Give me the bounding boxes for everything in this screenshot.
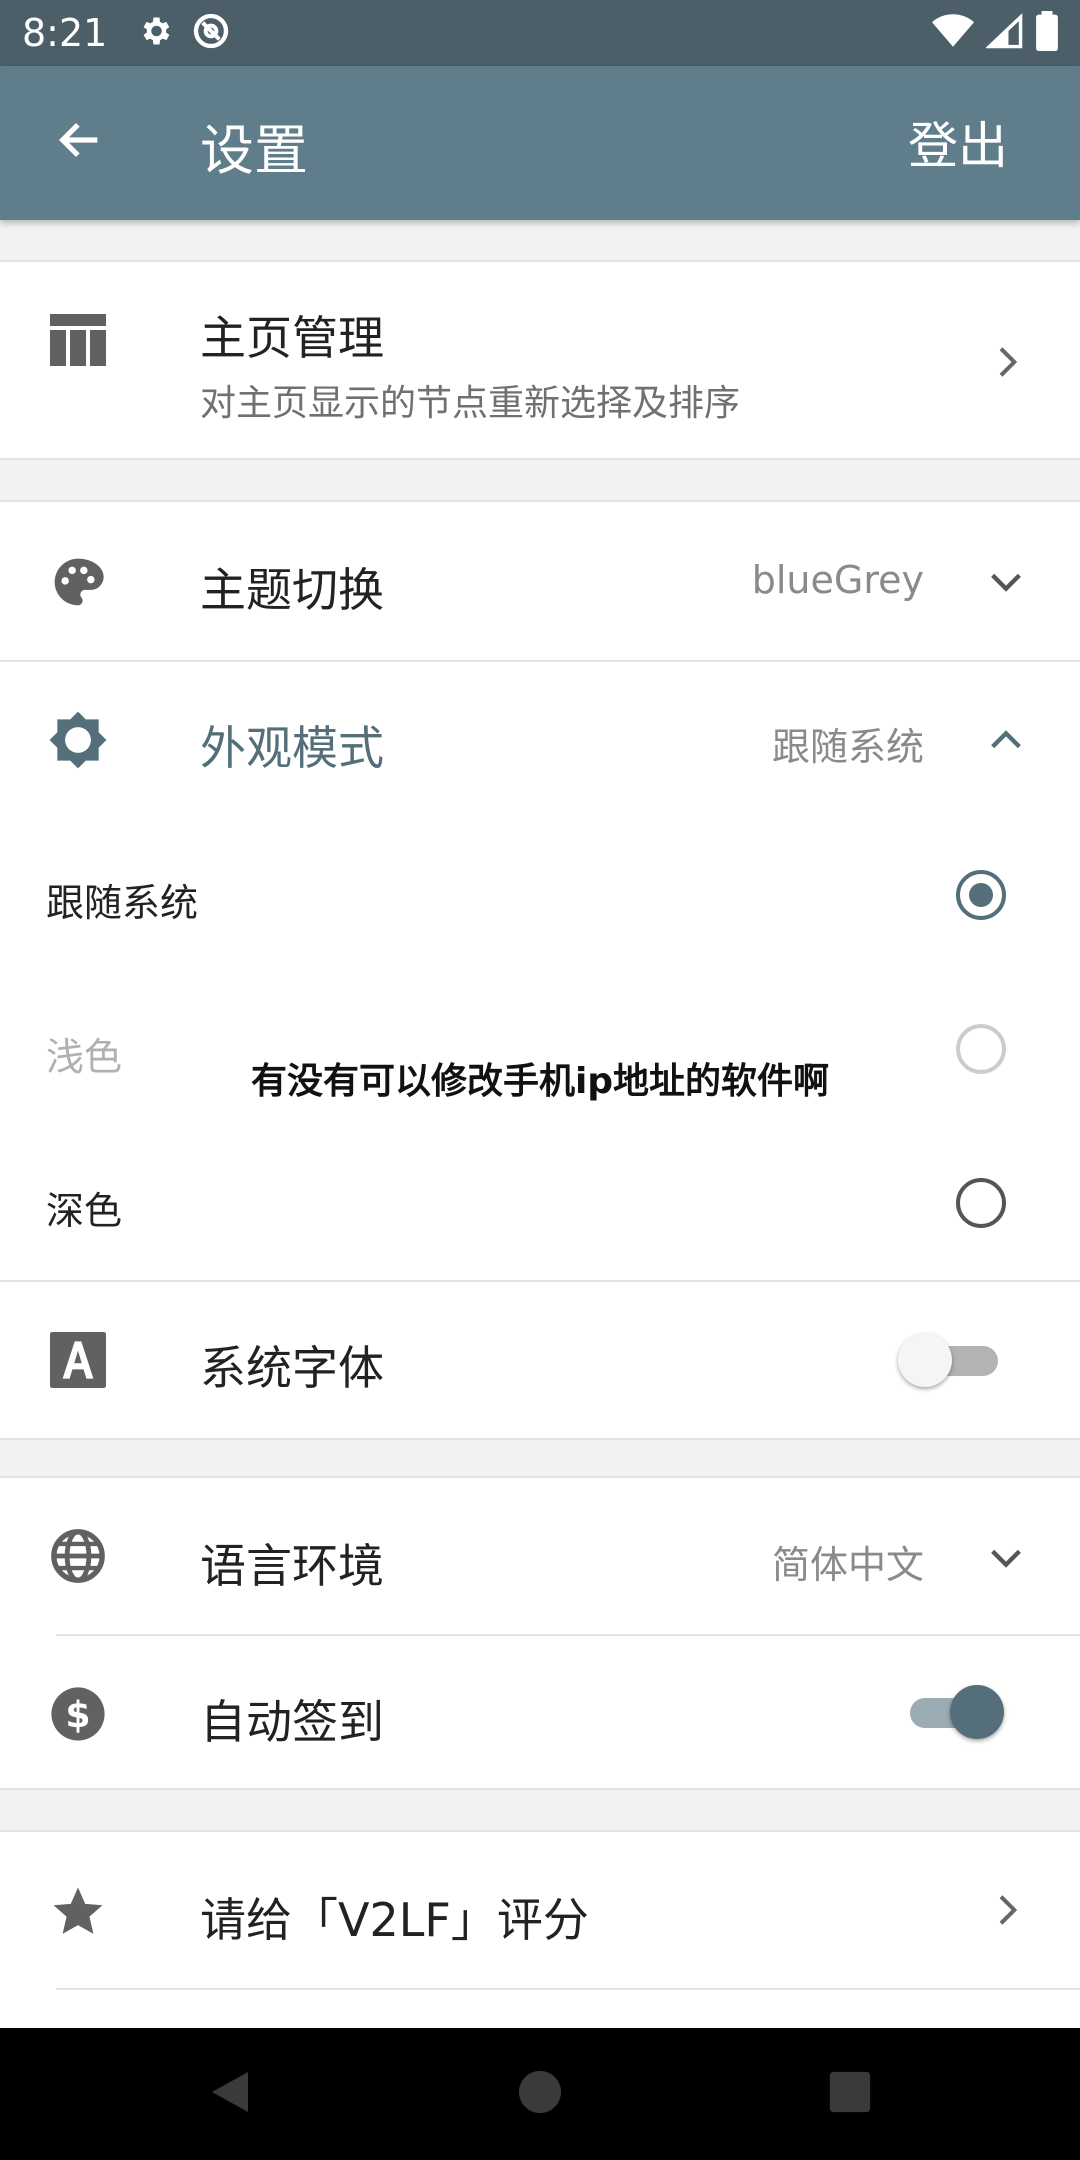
language-title: 语言环境 [200,1539,384,1593]
logout-button[interactable]: 登出 [908,106,1008,178]
radio-follow-system[interactable] [956,870,1006,920]
auto-checkin-title: 自动签到 [200,1695,384,1749]
status-bar: 8:21 [0,0,1080,66]
star-icon [46,1880,110,1944]
theme-row[interactable]: 主题切换 blueGrey [0,502,1080,660]
wifi-icon [932,13,974,53]
switch-thumb [950,1685,1004,1739]
appearance-title: 外观模式 [200,721,384,775]
chevron-down-icon [982,1534,1030,1582]
switch-thumb [898,1333,952,1387]
recents-square-icon [828,2070,872,2118]
auto-checkin-row[interactable]: $ 自动签到 [0,1636,1080,1792]
chevron-right-icon [982,338,1030,386]
table-icon [46,308,110,372]
appearance-option-follow-system[interactable]: 跟随系统 [0,818,1080,972]
language-card: 语言环境 简体中文 $ 自动签到 [0,1476,1080,1790]
theme-title: 主题切换 [200,563,384,617]
chevron-right-icon [982,1886,1030,1934]
chevron-down-icon [982,558,1030,606]
chevron-up-icon [982,716,1030,764]
system-font-title: 系统字体 [200,1341,384,1395]
at-sign-icon [191,11,231,55]
option-label: 跟随系统 [46,881,199,925]
back-button[interactable] [48,110,112,174]
font-icon [46,1328,110,1392]
home-manage-row[interactable]: 主页管理 对主页显示的节点重新选择及排序 [0,262,1080,458]
battery-icon [1036,11,1058,55]
home-manage-card: 主页管理 对主页显示的节点重新选择及排序 [0,260,1080,460]
brightness-icon [46,708,110,772]
settings-list: 主页管理 对主页显示的节点重新选择及排序 主题切换 blueGrey 外观模式 … [0,220,1080,2030]
option-label: 深色 [46,1189,123,1233]
signal-icon [985,13,1024,53]
app-bar: 设置 登出 [0,66,1080,220]
svg-text:$: $ [65,1693,90,1736]
appearance-option-dark[interactable]: 深色 [0,1126,1080,1280]
dollar-icon: $ [46,1682,110,1746]
home-manage-subtitle: 对主页显示的节点重新选择及排序 [200,383,741,424]
arrow-left-icon [54,114,106,170]
auto-checkin-switch[interactable] [898,1682,1008,1742]
language-value: 简体中文 [771,1543,924,1587]
system-font-switch[interactable] [898,1330,1008,1390]
gear-icon [137,13,173,53]
status-time: 8:21 [22,11,108,55]
globe-icon [46,1524,110,1588]
divider [56,1988,1080,1990]
nav-back-button[interactable] [200,2064,260,2124]
system-font-row[interactable]: 系统字体 [0,1282,1080,1438]
back-triangle-icon [208,2068,252,2120]
rate-row[interactable]: 请给「V2LF」评分 [0,1832,1080,1988]
home-manage-title: 主页管理 [200,311,384,365]
appearance-value: 跟随系统 [771,725,924,769]
nav-recents-button[interactable] [820,2064,880,2124]
palette-icon [46,550,110,614]
watermark-text: 有没有可以修改手机ip地址的软件啊 [250,1061,830,1102]
theme-card: 主题切换 blueGrey 外观模式 跟随系统 跟随系统 浅色 深色 系统字体 [0,500,1080,1440]
appearance-row[interactable]: 外观模式 跟随系统 [0,662,1080,818]
nav-bar [0,2028,1080,2160]
rate-card: 请给「V2LF」评分 [0,1830,1080,2030]
radio-dark[interactable] [956,1178,1006,1228]
language-row[interactable]: 语言环境 简体中文 [0,1478,1080,1634]
theme-value: blueGrey [751,558,924,602]
rate-title: 请给「V2LF」评分 [200,1893,589,1947]
home-circle-icon [517,2069,563,2119]
nav-home-button[interactable] [510,2064,570,2124]
page-title: 设置 [200,119,308,182]
